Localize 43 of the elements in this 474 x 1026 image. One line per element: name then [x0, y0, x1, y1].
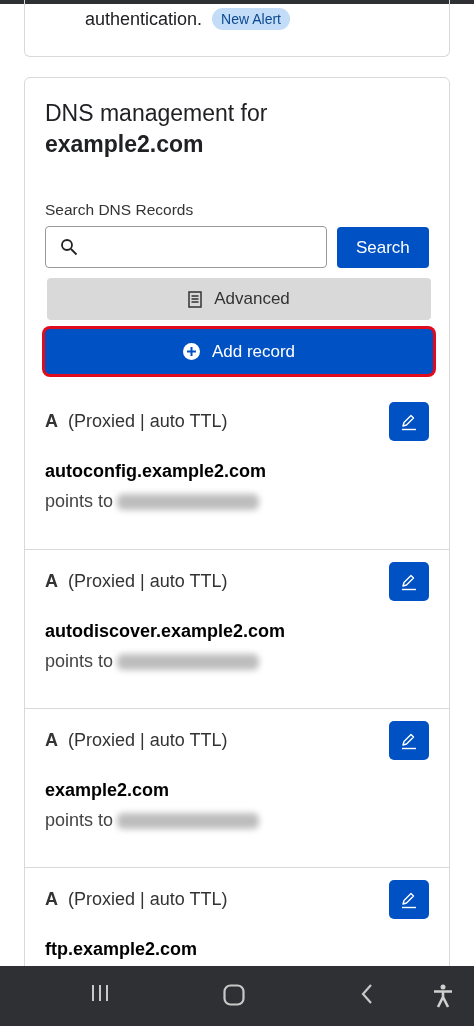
- domain-title: example2.com: [45, 130, 205, 159]
- record-details: (Proxied | auto TTL): [68, 570, 228, 593]
- home-icon: [223, 984, 245, 1006]
- card-title: DNS management for: [45, 99, 269, 128]
- document-icon: [188, 290, 203, 308]
- record-type: A: [45, 570, 58, 593]
- points-to-label: points to: [45, 809, 114, 832]
- record-name: example2.com: [45, 779, 171, 802]
- search-label: Search DNS Records: [45, 200, 195, 220]
- pencil-icon: [400, 890, 418, 909]
- record-type: A: [45, 888, 58, 911]
- nav-recents-button[interactable]: [90, 984, 110, 1002]
- advanced-button[interactable]: Advanced: [47, 278, 431, 320]
- points-to-label: points to: [45, 650, 114, 673]
- edit-button[interactable]: [389, 402, 429, 441]
- search-button[interactable]: Search: [336, 227, 429, 268]
- pencil-icon: [400, 731, 418, 750]
- edit-button[interactable]: [389, 880, 429, 919]
- edit-button[interactable]: [389, 721, 429, 760]
- nav-home-button[interactable]: [223, 984, 245, 1006]
- plus-circle-icon: [182, 343, 200, 360]
- pencil-icon: [400, 572, 418, 591]
- back-icon: [361, 984, 373, 1004]
- search-icon: [60, 238, 78, 256]
- new-alert-badge: New Alert: [212, 8, 290, 30]
- accessibility-icon: [433, 984, 453, 1008]
- record-details: (Proxied | auto TTL): [68, 729, 228, 752]
- points-to-label: points to: [45, 490, 114, 513]
- record-details: (Proxied | auto TTL): [68, 888, 228, 911]
- record-type: A: [45, 729, 58, 752]
- edit-button[interactable]: [389, 562, 429, 601]
- record-details: (Proxied | auto TTL): [68, 410, 228, 433]
- nav-accessibility-button[interactable]: [433, 984, 453, 1008]
- add-record-button[interactable]: Add record: [45, 329, 433, 374]
- recents-icon: [90, 984, 110, 1002]
- search-field[interactable]: [45, 226, 327, 268]
- record-name: ftp.example2.com: [45, 938, 199, 961]
- nav-back-button[interactable]: [361, 984, 373, 1004]
- record-type: A: [45, 410, 58, 433]
- record-name: autodiscover.example2.com: [45, 620, 287, 643]
- record-name: autoconfig.example2.com: [45, 460, 268, 483]
- pencil-icon: [400, 412, 418, 431]
- alert-text: authentication.: [85, 8, 203, 31]
